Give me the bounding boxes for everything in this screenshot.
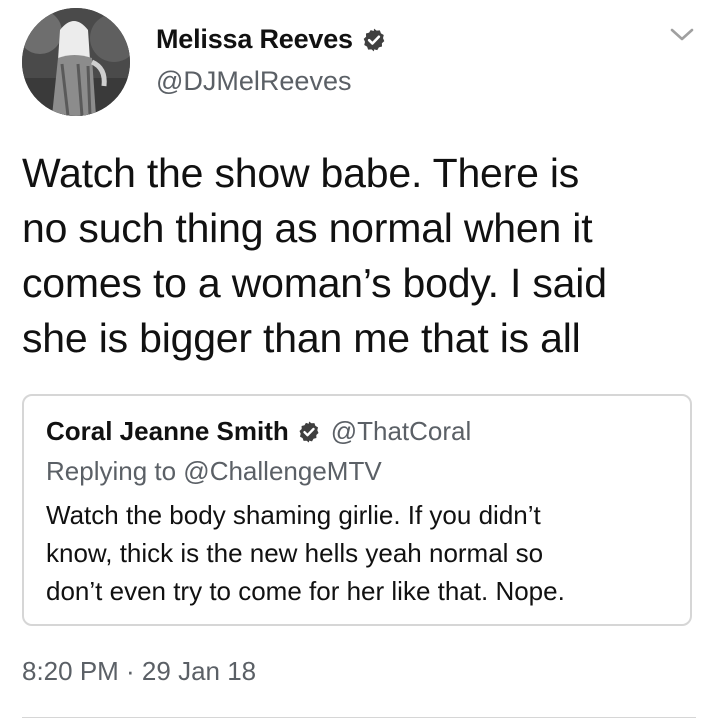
tweet-text-line: she is bigger than me that is all: [22, 315, 581, 361]
quoted-tweet-text: Watch the body shaming girlie. If you di…: [46, 496, 676, 610]
tweet-timestamp[interactable]: 8:20 PM · 29 Jan 18: [22, 656, 256, 687]
replying-to-label: Replying to @ChallengeMTV: [46, 456, 382, 486]
author-name-row: Melissa Reeves: [156, 24, 387, 55]
author-handle[interactable]: @DJMelReeves: [156, 66, 351, 97]
divider: [22, 717, 696, 718]
quoted-text-line: don’t even try to come for her like that…: [46, 576, 565, 606]
quoted-tweet-header: Coral Jeanne Smith @ThatCoral: [46, 416, 471, 447]
profile-photo: [22, 8, 130, 116]
verified-badge-icon: [361, 27, 387, 53]
tweet-text-line: comes to a woman’s body. I said: [22, 260, 607, 306]
quoted-tweet-card[interactable]: Coral Jeanne Smith @ThatCoral Replying t…: [22, 394, 692, 626]
quoted-author-name: Coral Jeanne Smith: [46, 416, 289, 446]
quoted-text-line: know, thick is the new hells yeah normal…: [46, 538, 544, 568]
tweet-text-line: Watch the show babe. There is: [22, 150, 580, 196]
tweet-text-line: no such thing as normal when it: [22, 205, 593, 251]
quoted-text-line: Watch the body shaming girlie. If you di…: [46, 500, 541, 530]
quoted-author-handle: @ThatCoral: [330, 416, 472, 446]
chevron-down-icon[interactable]: [669, 26, 695, 44]
avatar[interactable]: [22, 8, 130, 116]
verified-badge-icon: [297, 420, 321, 444]
tweet-text: Watch the show babe. There is no such th…: [22, 146, 692, 366]
author-display-name[interactable]: Melissa Reeves: [156, 24, 353, 55]
